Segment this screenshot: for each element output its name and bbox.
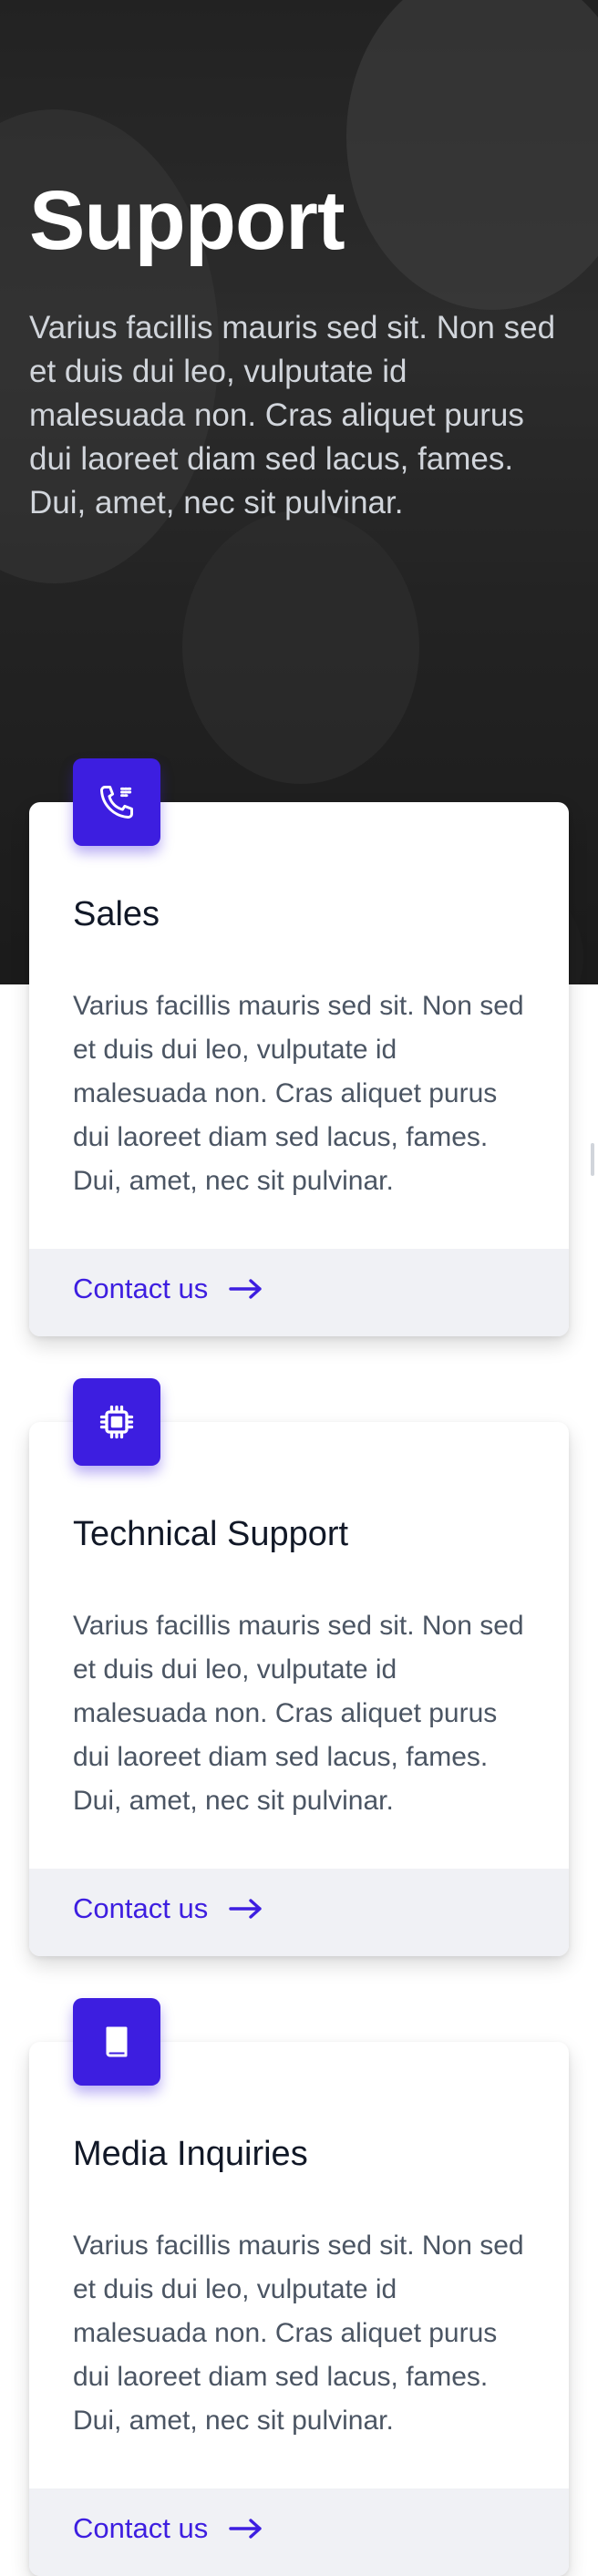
- card-title: Technical Support: [73, 1515, 349, 1553]
- contact-us-label: Contact us: [73, 2512, 209, 2544]
- card-description: Varius facillis mauris sed sit. Non sed …: [73, 2231, 524, 2436]
- support-card-media: Media Inquiries Varius facillis mauris s…: [29, 1998, 569, 2576]
- card-description: Varius facillis mauris sed sit. Non sed …: [73, 1611, 524, 1816]
- arrow-right-icon: [229, 1279, 262, 1299]
- arrow-right-icon: [229, 1899, 262, 1919]
- phone-icon: [73, 758, 160, 846]
- book-icon: [73, 1998, 160, 2086]
- contact-us-label: Contact us: [73, 1892, 209, 1924]
- card-footer: Contact us: [29, 2488, 569, 2576]
- page-title: Support: [29, 174, 345, 267]
- chip-icon: [73, 1378, 160, 1466]
- hero-description: Varius facillis mauris sed sit. Non sed …: [29, 310, 556, 520]
- contact-us-label: Contact us: [73, 1273, 209, 1304]
- arrow-right-icon: [229, 2519, 262, 2539]
- contact-us-link-media[interactable]: Contact us: [73, 2512, 264, 2545]
- contact-us-link-sales[interactable]: Contact us: [73, 1273, 264, 1305]
- card-footer: Contact us: [29, 1869, 569, 1956]
- contact-us-link-technical[interactable]: Contact us: [73, 1892, 264, 1925]
- card-description: Varius facillis mauris sed sit. Non sed …: [73, 991, 524, 1196]
- card-title: Sales: [73, 895, 160, 933]
- card-footer: Contact us: [29, 1249, 569, 1336]
- support-card-technical: Technical Support Varius facillis mauris…: [29, 1378, 569, 1956]
- card-title: Media Inquiries: [73, 2135, 308, 2173]
- scrollbar-thumb[interactable]: [591, 1143, 594, 1176]
- support-card-sales: Sales Varius facillis mauris sed sit. No…: [29, 758, 569, 1336]
